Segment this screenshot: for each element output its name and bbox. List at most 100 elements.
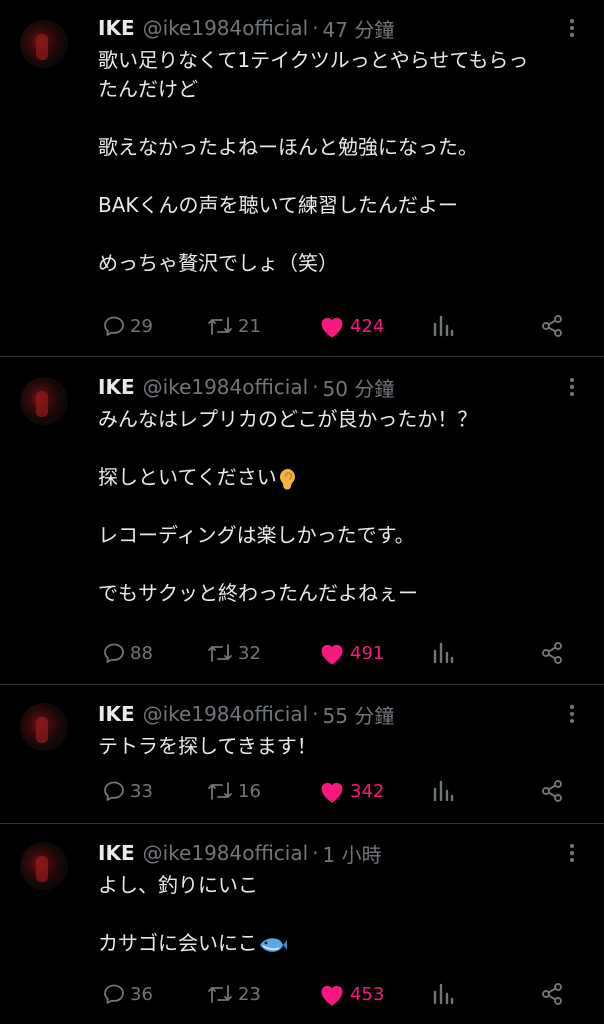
ear-emoji xyxy=(279,468,295,489)
reply-count: 29 xyxy=(130,315,153,337)
heart-icon xyxy=(321,317,343,338)
tweet-text: みんなはレプリカのどこが良かったか！？ 探しといてください レコーディングは楽し… xyxy=(98,405,477,608)
heart-icon xyxy=(321,782,343,803)
views-button[interactable] xyxy=(432,312,454,340)
views-button[interactable] xyxy=(432,777,454,805)
like-count: 453 xyxy=(350,983,385,1005)
tweet-line: 歌い足りなくて1テイクツルっとやらせてもらっ xyxy=(98,48,529,72)
more-options-icon[interactable] xyxy=(562,14,582,42)
tweet-actions: 36 23 453 xyxy=(0,980,604,1008)
author-name[interactable]: IKE xyxy=(98,375,135,399)
tweet-header: IKE @ike1984official · 50 分鐘 xyxy=(98,373,394,401)
tweet-actions: 29 21 424 xyxy=(0,312,604,340)
heart-icon xyxy=(321,644,343,665)
separator-dot: · xyxy=(312,702,319,726)
retweet-count: 16 xyxy=(238,780,261,802)
like-button[interactable]: 491 xyxy=(318,639,384,667)
fish-emoji xyxy=(259,937,287,952)
tweet-line: テトラを探してきます！ xyxy=(98,734,317,758)
avatar[interactable] xyxy=(20,377,68,425)
tweet-line-with-emoji: カサゴに会いにこ xyxy=(98,929,288,958)
like-button[interactable]: 424 xyxy=(318,312,384,340)
tweet-line: 探しといてください xyxy=(98,465,277,489)
share-icon xyxy=(542,315,562,337)
reply-button[interactable]: 33 xyxy=(102,777,153,805)
tweet-line: レコーディングは楽しかったです。 xyxy=(98,523,415,547)
share-button[interactable] xyxy=(540,312,564,340)
tweet-line-with-emoji: 探しといてください xyxy=(98,463,477,492)
like-button[interactable]: 342 xyxy=(318,777,384,805)
author-name[interactable]: IKE xyxy=(98,841,135,865)
share-icon xyxy=(542,642,562,664)
tweet-actions: 33 16 342 xyxy=(0,777,604,805)
views-button[interactable] xyxy=(432,639,454,667)
author-handle[interactable]: @ike1984official xyxy=(143,841,309,865)
retweet-button[interactable]: 23 xyxy=(206,980,261,1008)
retweet-count: 32 xyxy=(238,642,261,664)
author-name[interactable]: IKE xyxy=(98,16,135,40)
author-handle[interactable]: @ike1984official xyxy=(143,375,309,399)
views-button[interactable] xyxy=(432,980,454,1008)
reply-icon xyxy=(104,984,124,1004)
reply-count: 88 xyxy=(130,642,153,664)
analytics-icon xyxy=(433,642,454,664)
analytics-icon xyxy=(433,983,454,1005)
author-handle[interactable]: @ike1984official xyxy=(143,702,309,726)
reply-icon xyxy=(104,643,124,663)
more-options-icon[interactable] xyxy=(562,700,582,728)
separator-dot: · xyxy=(312,16,319,40)
reply-button[interactable]: 29 xyxy=(102,312,153,340)
like-button[interactable]: 453 xyxy=(318,980,384,1008)
like-count: 342 xyxy=(350,780,385,802)
share-button[interactable] xyxy=(540,980,564,1008)
avatar[interactable] xyxy=(20,20,68,68)
tweet[interactable]: IKE @ike1984official · 50 分鐘 みんなはレプリカのどこ… xyxy=(0,357,604,685)
retweet-icon xyxy=(208,985,232,1003)
avatar[interactable] xyxy=(20,842,68,890)
tweet-header: IKE @ike1984official · 1 小時 xyxy=(98,839,382,867)
retweet-count: 23 xyxy=(238,983,261,1005)
timestamp[interactable]: 47 分鐘 xyxy=(323,14,395,43)
tweet-text: テトラを探してきます！ xyxy=(98,732,317,761)
tweet-header: IKE @ike1984official · 47 分鐘 xyxy=(98,14,394,42)
like-count: 491 xyxy=(350,642,385,664)
timestamp[interactable]: 55 分鐘 xyxy=(323,700,395,729)
reply-button[interactable]: 88 xyxy=(102,639,153,667)
separator-dot: · xyxy=(312,841,319,865)
tweet-text: 歌い足りなくて1テイクツルっとやらせてもらっ たんだけど 歌えなかったよねーほん… xyxy=(98,46,528,278)
retweet-button[interactable]: 21 xyxy=(206,312,261,340)
retweet-icon xyxy=(208,644,232,662)
tweet[interactable]: IKE @ike1984official · 47 分鐘 歌い足りなくて1テイク… xyxy=(0,0,604,357)
author-handle[interactable]: @ike1984official xyxy=(143,16,309,40)
tweet-line: たんだけど xyxy=(98,77,198,101)
like-count: 424 xyxy=(350,315,385,337)
heart-icon xyxy=(321,985,343,1006)
retweet-icon xyxy=(208,782,232,800)
analytics-icon xyxy=(433,315,454,337)
reply-icon xyxy=(104,781,124,801)
retweet-icon xyxy=(208,317,232,335)
more-options-icon[interactable] xyxy=(562,373,582,401)
tweet-line: BAKくんの声を聴いて練習したんだよー xyxy=(98,193,458,217)
tweet-line: めっちゃ贅沢でしょ（笑） xyxy=(98,251,338,275)
more-options-icon[interactable] xyxy=(562,839,582,867)
share-button[interactable] xyxy=(540,639,564,667)
share-button[interactable] xyxy=(540,777,564,805)
tweet-actions: 88 32 491 xyxy=(0,639,604,667)
retweet-button[interactable]: 32 xyxy=(206,639,261,667)
reply-button[interactable]: 36 xyxy=(102,980,153,1008)
tweet[interactable]: IKE @ike1984official · 55 分鐘 テトラを探してきます！… xyxy=(0,685,604,824)
timestamp[interactable]: 50 分鐘 xyxy=(323,373,395,402)
share-icon xyxy=(542,983,562,1005)
timestamp[interactable]: 1 小時 xyxy=(323,839,382,868)
retweet-count: 21 xyxy=(238,315,261,337)
retweet-button[interactable]: 16 xyxy=(206,777,261,805)
reply-icon xyxy=(104,316,124,336)
tweet-line: よし、釣りにいこ xyxy=(98,873,258,897)
tweet-line: みんなはレプリカのどこが良かったか！？ xyxy=(98,407,478,431)
avatar[interactable] xyxy=(20,703,68,751)
tweet-header: IKE @ike1984official · 55 分鐘 xyxy=(98,700,394,728)
tweet-text: よし、釣りにいこ カサゴに会いにこ xyxy=(98,871,288,958)
author-name[interactable]: IKE xyxy=(98,702,135,726)
tweet[interactable]: IKE @ike1984official · 1 小時 よし、釣りにいこ カサゴ… xyxy=(0,824,604,1024)
